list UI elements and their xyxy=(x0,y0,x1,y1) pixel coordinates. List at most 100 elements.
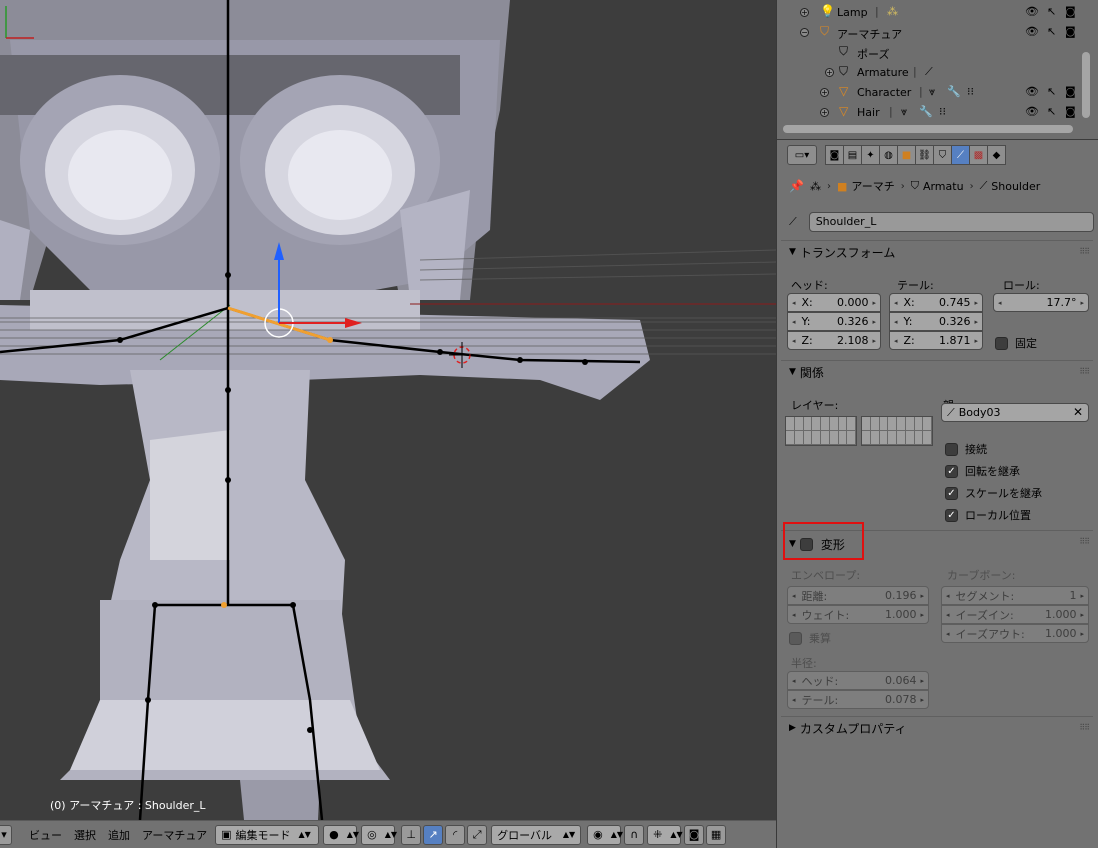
tab-armature-data-icon[interactable]: ⛉ xyxy=(933,145,952,165)
outliner[interactable]: + 💡 Lamp | ⁂ − ⛉ アーマチュア ⛉ ポーズ + ⛉ Armatu… xyxy=(777,0,1098,140)
menu-select[interactable]: 選択 xyxy=(68,825,102,845)
eye-icon[interactable]: 👁 xyxy=(1025,5,1039,18)
editor-type-icon[interactable]: ▭▾ xyxy=(787,145,817,165)
outliner-label[interactable]: Hair xyxy=(857,106,880,119)
render-camera-icon[interactable]: ◙ xyxy=(1065,25,1076,38)
modifier-wrench-icon: 🔧 xyxy=(947,85,961,98)
tab-object-icon[interactable]: ■ xyxy=(897,145,916,165)
render-camera-icon[interactable]: ◙ xyxy=(1065,5,1076,18)
lamp-data-icon: ⁂ xyxy=(887,5,898,18)
expand-icon[interactable]: + xyxy=(820,88,829,97)
chevron-right-icon: › xyxy=(969,180,974,192)
tab-physics-icon[interactable]: ◆ xyxy=(987,145,1006,165)
bone-layers-grid-b[interactable] xyxy=(861,416,933,446)
render-camera-icon[interactable]: ◙ xyxy=(1065,85,1076,98)
shading-dropdown[interactable]: ● ▲▼ xyxy=(323,824,359,845)
parent-field[interactable]: ⟋ Body03 ✕ xyxy=(941,403,1089,422)
expand-icon[interactable]: + xyxy=(820,108,829,117)
head-z-field[interactable]: ◂ Z: 2.108 ▸ xyxy=(787,331,881,350)
local-location-checkbox[interactable]: ✓ ローカル位置 xyxy=(945,507,1031,523)
envelope-distance-field[interactable]: ◂ 距離: 0.196 ▸ xyxy=(787,586,929,605)
tail-x-field[interactable]: ◂ X: 0.745 ▸ xyxy=(889,293,983,312)
tail-z-field[interactable]: ◂ Z: 1.871 ▸ xyxy=(889,331,983,350)
curved-bones-label: カーブボーン: xyxy=(947,569,1016,582)
drag-grip-icon[interactable]: ⠿⠿ xyxy=(1079,537,1090,546)
render-camera-icon[interactable]: ◙ xyxy=(1065,105,1076,118)
tab-constraints-icon[interactable]: ⛓ xyxy=(915,145,934,165)
outliner-horizontal-scrollbar[interactable] xyxy=(783,125,1073,133)
eye-icon[interactable]: 👁 xyxy=(1025,105,1039,118)
select-cursor-icon[interactable]: ↖ xyxy=(1047,105,1056,118)
snap-element-dropdown[interactable]: ⁜ ▲▼ xyxy=(647,824,683,845)
connected-checkbox[interactable]: 接続 xyxy=(945,441,987,457)
ease-out-field[interactable]: ◂ イーズアウト: 1.000 ▸ xyxy=(941,624,1089,643)
menu-add[interactable]: 追加 xyxy=(102,825,136,845)
outliner-row[interactable]: + ⛉ Armature | ⟋ xyxy=(777,62,1098,82)
3d-viewport[interactable]: (0) アーマチュア : Shoulder_L xyxy=(0,0,776,820)
tab-texture-icon[interactable]: ▩ xyxy=(969,145,988,165)
drag-grip-icon[interactable]: ⠿⠿ xyxy=(1079,247,1090,256)
bone-name-field[interactable]: Shoulder_L xyxy=(808,212,1094,232)
mode-dropdown[interactable]: ▣ 編集モード ▲▼ xyxy=(215,824,320,845)
outliner-label[interactable]: Character xyxy=(857,86,911,99)
eye-icon[interactable]: 👁 xyxy=(1025,85,1039,98)
vertex-group-icon: ⁝⁝ xyxy=(967,85,974,98)
select-cursor-icon[interactable]: ↖ xyxy=(1047,25,1056,38)
pivot-dropdown[interactable]: ◎ ▲▼ xyxy=(361,824,397,845)
custom-properties-panel-header[interactable]: ▶ カスタムプロパティ ⠿⠿ xyxy=(781,717,1093,739)
tail-y-field[interactable]: ◂ Y: 0.326 ▸ xyxy=(889,312,983,331)
orientation-dropdown[interactable]: グローバル ▲▼ xyxy=(491,824,582,845)
scale-manipulator-icon[interactable]: ⤢ xyxy=(467,824,488,845)
multiply-checkbox[interactable]: 乗算 xyxy=(789,630,831,646)
clear-parent-icon[interactable]: ✕ xyxy=(1072,405,1084,419)
translate-manipulator-icon[interactable]: ↗ xyxy=(423,824,444,845)
drag-grip-icon[interactable]: ⠿⠿ xyxy=(1079,367,1090,376)
radius-tail-field[interactable]: ◂ テール: 0.078 ▸ xyxy=(787,690,929,709)
outliner-row[interactable]: ⛉ ポーズ xyxy=(777,42,1098,62)
collapse-icon[interactable]: − xyxy=(800,28,809,37)
tab-bone-icon[interactable]: ⟋ xyxy=(951,145,970,165)
eye-icon[interactable]: 👁 xyxy=(1025,25,1039,38)
render-camera-icon[interactable]: ◙ xyxy=(684,824,705,845)
outliner-label[interactable]: ポーズ xyxy=(857,46,889,62)
transform-panel-header[interactable]: ▼ トランスフォーム ⠿⠿ xyxy=(781,241,1093,263)
outliner-label[interactable]: アーマチュア xyxy=(837,26,902,42)
editor-type-icon[interactable]: ▾ xyxy=(0,824,12,845)
select-cursor-icon[interactable]: ↖ xyxy=(1047,85,1056,98)
expand-icon[interactable]: + xyxy=(800,8,809,17)
proportional-edit-dropdown[interactable]: ◉ ▲▼ xyxy=(587,824,623,845)
roll-field[interactable]: ◂ 17.7° ▸ xyxy=(993,293,1089,312)
render-anim-icon[interactable]: ▦ xyxy=(706,824,727,845)
drag-grip-icon[interactable]: ⠿⠿ xyxy=(1079,723,1090,732)
tab-world-icon[interactable]: ◍ xyxy=(879,145,898,165)
tab-render-layers-icon[interactable]: ▤ xyxy=(843,145,862,165)
bone-icon: ⟋ xyxy=(789,215,797,228)
outliner-label[interactable]: Armature xyxy=(857,66,909,79)
ease-in-field[interactable]: ◂ イーズイン: 1.000 ▸ xyxy=(941,605,1089,624)
outliner-label[interactable]: Lamp xyxy=(837,6,868,19)
expand-icon[interactable]: + xyxy=(825,68,834,77)
outliner-vertical-scrollbar[interactable] xyxy=(1082,52,1090,118)
custom-properties-panel: ▶ カスタムプロパティ ⠿⠿ xyxy=(781,716,1093,740)
tab-render-icon[interactable]: ◙ xyxy=(825,145,844,165)
rotate-manipulator-icon[interactable]: ◜ xyxy=(445,824,466,845)
envelope-weight-field[interactable]: ◂ ウェイト: 1.000 ▸ xyxy=(787,605,929,624)
relations-panel-header[interactable]: ▼ 関係 ⠿⠿ xyxy=(781,361,1093,383)
head-x-field[interactable]: ◂ X: 0.000 ▸ xyxy=(787,293,881,312)
mesh-data-icon: ⩔ xyxy=(929,85,936,98)
menu-armature[interactable]: アーマチュア xyxy=(136,825,213,845)
armature-object-icon: ⛉ xyxy=(820,24,830,38)
head-y-field[interactable]: ◂ Y: 0.326 ▸ xyxy=(787,312,881,331)
pin-icon[interactable]: 📌 xyxy=(789,179,804,193)
snap-magnet-icon[interactable]: ∩ xyxy=(624,824,645,845)
bone-layers-grid-a[interactable] xyxy=(785,416,857,446)
menu-view[interactable]: ビュー xyxy=(23,825,68,845)
inherit-rotation-checkbox[interactable]: ✓ 回転を継承 xyxy=(945,463,1020,479)
segments-field[interactable]: ◂ セグメント: 1 ▸ xyxy=(941,586,1089,605)
inherit-scale-checkbox[interactable]: ✓ スケールを継承 xyxy=(945,485,1042,501)
select-cursor-icon[interactable]: ↖ xyxy=(1047,5,1056,18)
manipulator-toggle-icon[interactable]: ⊥ xyxy=(401,824,422,845)
lock-checkbox[interactable]: 固定 xyxy=(995,335,1037,351)
tab-scene-icon[interactable]: ✦ xyxy=(861,145,880,165)
radius-head-field[interactable]: ◂ ヘッド: 0.064 ▸ xyxy=(787,671,929,690)
